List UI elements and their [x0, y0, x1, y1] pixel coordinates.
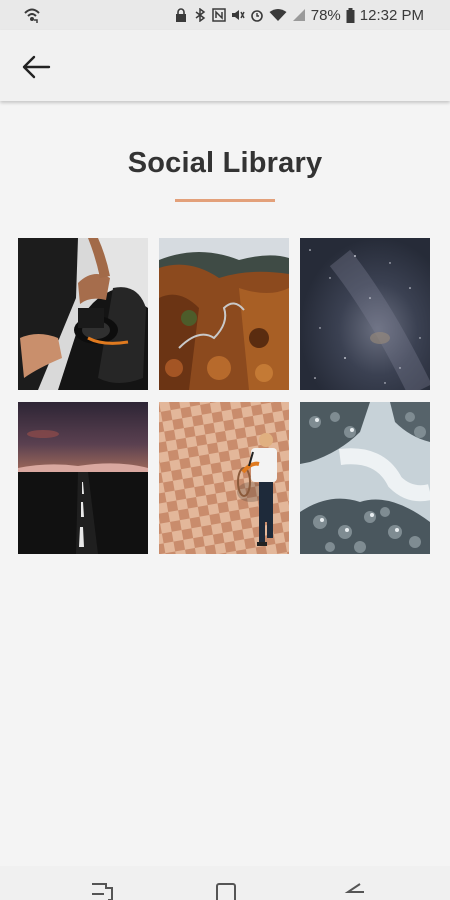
clock: 12:32 PM [359, 6, 424, 24]
navigation-bar [0, 866, 450, 900]
photo-tile-dusk-road[interactable] [18, 402, 148, 554]
wifi-call-icon [22, 5, 42, 25]
cyclist-photo [159, 402, 289, 554]
page-title: Social Library [127, 147, 323, 179]
forest-photo [159, 238, 289, 390]
photo-grid [18, 238, 430, 554]
home-icon [216, 883, 236, 900]
home-button[interactable] [212, 880, 242, 900]
road-photo [18, 402, 148, 554]
status-icons: 78% 12:32 PM [174, 0, 424, 30]
recent-apps-icon [92, 883, 113, 900]
mute-icon [231, 8, 245, 22]
back-button[interactable] [14, 45, 58, 89]
arrow-left-icon [22, 55, 51, 79]
title-underline [175, 199, 275, 202]
recent-apps-button[interactable] [88, 880, 118, 900]
back-icon [344, 883, 364, 893]
photo-tile-autumn-forest[interactable] [159, 238, 289, 390]
snow-forest-photo [300, 402, 430, 554]
night-sky-photo [300, 238, 430, 390]
alarm-icon [250, 8, 264, 22]
photo-tile-snowy-forest[interactable] [300, 402, 430, 554]
camera-photo [18, 238, 148, 390]
photo-tile-camera-backpack[interactable] [18, 238, 148, 390]
back-nav-button[interactable] [338, 880, 368, 900]
battery-icon [346, 8, 355, 23]
signal-icon [292, 8, 306, 22]
photo-tile-cyclist[interactable] [159, 402, 289, 554]
status-bar: 78% 12:32 PM [0, 0, 450, 30]
battery-percent: 78% [310, 6, 341, 24]
nfc-icon [212, 8, 226, 22]
lock-icon [174, 8, 188, 22]
wifi-icon [269, 8, 287, 22]
screen: 78% 12:32 PM Social Library [0, 0, 450, 900]
app-bar [0, 30, 450, 101]
bluetooth-icon [193, 8, 207, 22]
photo-tile-night-sky[interactable] [300, 238, 430, 390]
